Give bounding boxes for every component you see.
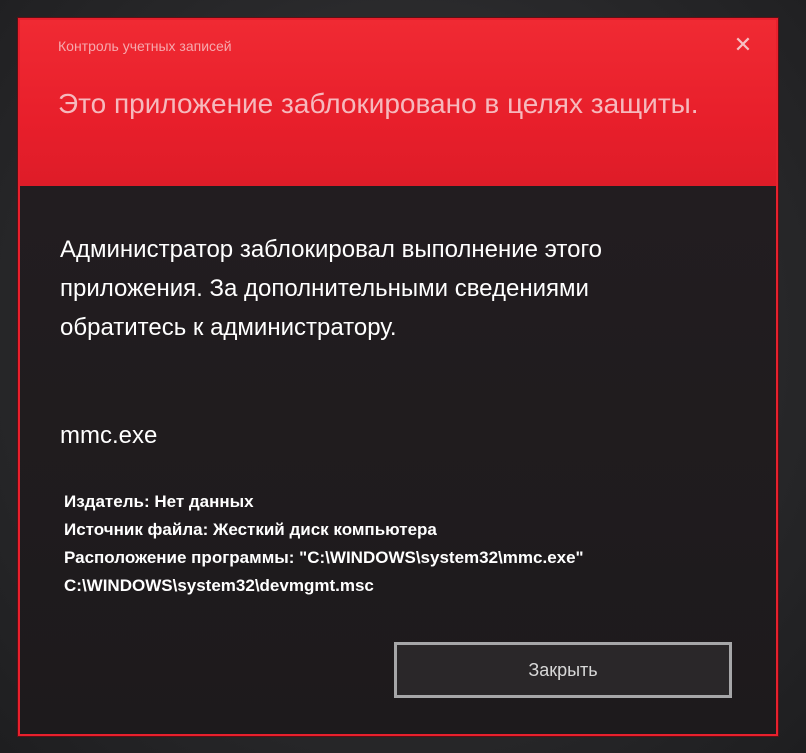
close-button[interactable]: Закрыть — [394, 642, 732, 698]
blocked-headline: Это приложение заблокировано в целях защ… — [58, 88, 699, 119]
uac-dialog: Контроль учетных записей ✕ Это приложени… — [18, 18, 778, 736]
location-line-continued: C:\WINDOWS\system32\devmgmt.msc — [64, 576, 374, 595]
close-icon[interactable]: ✕ — [730, 32, 756, 58]
program-details: Издатель: Нет данных Источник файла: Жес… — [64, 488, 754, 600]
blocked-message: Администратор заблокировал выполнение эт… — [60, 236, 603, 341]
window-title: Контроль учетных записей — [58, 38, 232, 54]
publisher-line: Издатель: Нет данных — [64, 492, 254, 511]
executable-name: mmc.exe — [60, 422, 158, 449]
source-line: Источник файла: Жесткий диск компьютера — [64, 520, 437, 539]
dialog-body: Администратор заблокировал выполнение эт… — [20, 186, 776, 734]
location-line: Расположение программы: "C:\WINDOWS\syst… — [64, 548, 584, 567]
dialog-header: Контроль учетных записей ✕ Это приложени… — [20, 20, 776, 186]
